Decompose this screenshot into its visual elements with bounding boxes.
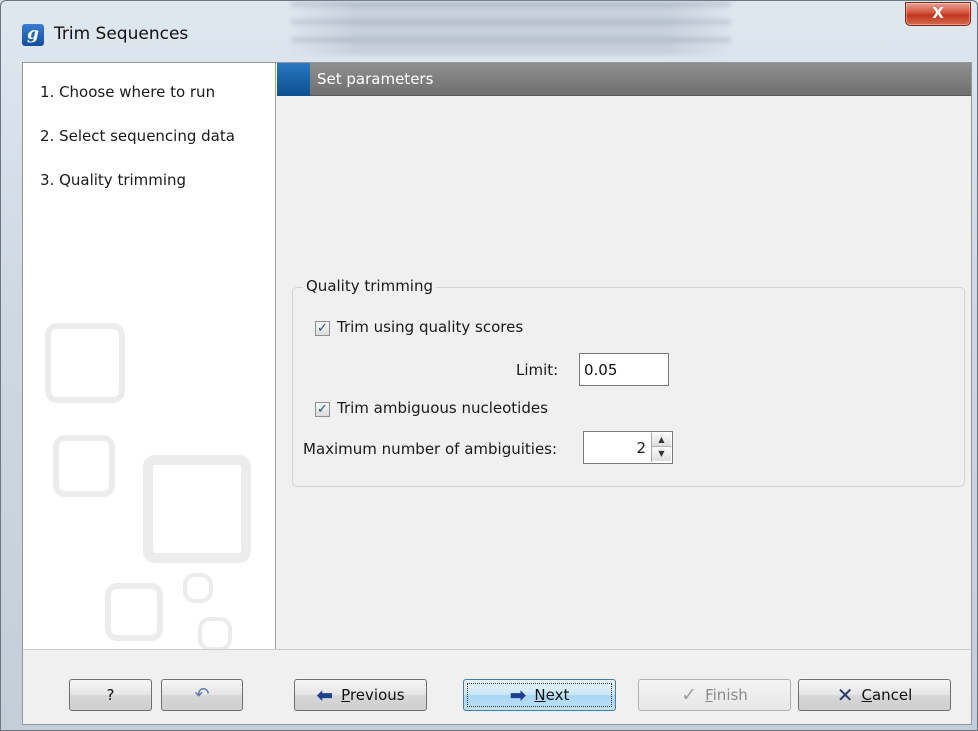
focus-ring	[467, 683, 612, 707]
max-ambiguities-label: Maximum number of ambiguities:	[303, 440, 558, 458]
decorative-square	[45, 323, 125, 403]
cancel-label-rest: ancel	[871, 686, 913, 704]
panel-header: Set parameters	[277, 63, 971, 96]
trim-quality-checkbox[interactable]: ✓	[315, 321, 330, 336]
spinner-down-icon[interactable]: ▼	[652, 447, 671, 461]
footer-separator	[23, 649, 971, 650]
group-legend: Quality trimming	[303, 277, 437, 295]
decorative-square	[53, 435, 115, 497]
max-ambiguities-spinner[interactable]: 2 ▲ ▼	[583, 431, 673, 464]
steps-panel: 1. Choose where to run 2. Select sequenc…	[23, 63, 276, 649]
finish-mnemonic: F	[705, 686, 713, 704]
previous-button-label: Previous	[341, 686, 404, 704]
background-window-blur	[291, 1, 731, 55]
step-select-sequencing-data: 2. Select sequencing data	[40, 127, 235, 145]
decorative-square	[198, 617, 232, 649]
previous-mnemonic: P	[341, 686, 350, 704]
step-choose-where-to-run: 1. Choose where to run	[40, 83, 216, 101]
limit-label: Limit:	[516, 361, 559, 379]
wizard-client-area: 1. Choose where to run 2. Select sequenc…	[22, 62, 972, 725]
quality-trimming-group: Quality trimming ✓ Trim using quality sc…	[292, 277, 965, 487]
next-button[interactable]: ➡ Next	[463, 679, 616, 711]
close-button[interactable]: X	[905, 2, 971, 26]
reset-button[interactable]: ↶	[161, 679, 243, 711]
trim-quality-label[interactable]: Trim using quality scores	[337, 318, 523, 336]
previous-button[interactable]: ⬅ Previous	[294, 679, 427, 711]
trim-ambiguous-checkbox[interactable]: ✓	[315, 402, 330, 417]
spinner-up-icon[interactable]: ▲	[652, 433, 671, 447]
app-icon: g	[22, 24, 44, 46]
previous-label-rest: revious	[349, 686, 405, 704]
window-title: Trim Sequences	[54, 24, 189, 44]
limit-input[interactable]	[579, 353, 669, 386]
undo-arrow-icon: ↶	[194, 684, 210, 705]
checkmark-icon: ✓	[681, 684, 698, 706]
finish-label-rest: inish	[712, 686, 748, 704]
cancel-mnemonic: C	[861, 686, 872, 704]
decorative-square	[183, 573, 213, 603]
cancel-button[interactable]: ✕ Cancel	[798, 679, 951, 711]
decorative-square	[105, 583, 163, 641]
question-mark-icon: ?	[106, 686, 115, 704]
header-accent	[277, 63, 310, 96]
title-bar[interactable]: g Trim Sequences X	[1, 1, 977, 61]
arrow-left-icon: ⬅	[316, 683, 334, 707]
x-icon: ✕	[836, 683, 854, 707]
help-button[interactable]: ?	[69, 679, 152, 711]
dialog-window: g Trim Sequences X 1. Choose where to ru…	[0, 0, 978, 731]
parameters-panel: Set parameters Quality trimming ✓ Trim u…	[277, 63, 971, 649]
panel-header-title: Set parameters	[317, 70, 434, 88]
step-quality-trimming: 3. Quality trimming	[40, 171, 187, 189]
decorative-square	[143, 455, 251, 563]
spinner-buttons: ▲ ▼	[651, 433, 671, 462]
max-ambiguities-value[interactable]: 2	[636, 439, 646, 457]
finish-button[interactable]: ✓ Finish	[638, 679, 791, 711]
cancel-button-label: Cancel	[861, 686, 912, 704]
finish-button-label: Finish	[705, 686, 748, 704]
trim-ambiguous-label[interactable]: Trim ambiguous nucleotides	[337, 399, 548, 417]
